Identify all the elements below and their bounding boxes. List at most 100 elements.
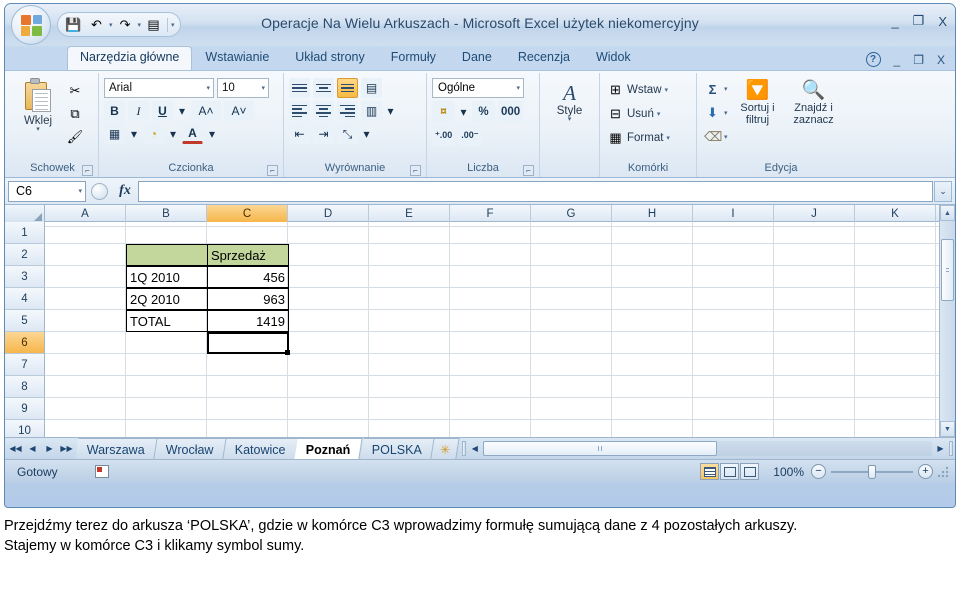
page-break-view-button[interactable] [740,463,759,480]
fill-caret-icon[interactable]: ▾ [724,109,728,117]
paste-dropdown-icon[interactable]: ▾ [36,126,40,133]
column-header-F[interactable]: F [450,205,531,222]
insert-caret-icon[interactable]: ▾ [665,86,669,94]
help-icon[interactable]: ? [865,52,881,67]
font-name-caret-icon[interactable]: ▾ [206,84,210,92]
font-color-caret-icon[interactable]: ▾ [206,124,218,144]
row-header-7[interactable]: 7 [5,354,45,376]
active-cell-selection-C6[interactable] [207,332,290,355]
zoom-in-button[interactable]: + [918,464,933,479]
close-workbook-button[interactable]: X [937,53,945,67]
accounting-format-button[interactable]: ¤ [432,101,455,122]
sheet-tab-wroclaw[interactable]: Wrocław [154,438,227,459]
number-format-combo[interactable]: Ogólne ▾ [432,78,524,98]
column-header-A[interactable]: A [45,205,126,222]
align-bottom-button[interactable] [337,78,358,98]
page-layout-view-button[interactable] [720,463,739,480]
horizontal-scroll-track[interactable] [483,441,932,456]
last-sheet-button[interactable]: ▶▶ [59,441,74,457]
clear-button[interactable]: ⌫ ▾ [702,126,730,148]
sheet-tab-poznan[interactable]: Poznań [294,438,364,459]
select-all-button[interactable] [5,205,45,222]
record-macro-button[interactable] [91,465,113,478]
grow-font-button[interactable]: A˄ [191,101,221,121]
format-painter-icon[interactable]: 🖌 [64,127,86,147]
font-name-combo[interactable]: Arial ▾ [104,78,214,98]
tab-formulas[interactable]: Formuły [378,47,449,70]
name-box[interactable]: C6 ▾ [8,180,86,202]
font-dialog-launcher[interactable]: ⌐ [267,165,278,176]
wrap-text-button[interactable]: ▤ [361,78,382,98]
maximize-button[interactable]: ❐ [913,13,925,29]
align-center-button[interactable] [313,101,334,121]
tab-page-layout[interactable]: Układ strony [282,47,377,70]
align-left-button[interactable] [289,101,310,121]
merge-caret-icon[interactable]: ▾ [385,101,396,121]
minimize-ribbon-button[interactable]: _ [894,53,901,67]
tab-view[interactable]: Widok [583,47,644,70]
decrease-indent-button[interactable]: ⇤ [289,124,310,144]
column-header-H[interactable]: H [612,205,693,222]
accounting-caret-icon[interactable]: ▾ [458,102,469,122]
cell-B4[interactable]: 2Q 2010 [126,288,208,310]
number-dialog-launcher[interactable]: ⌐ [523,165,534,176]
tab-review[interactable]: Recenzja [505,47,583,70]
horizontal-scroll-thumb[interactable] [483,441,717,456]
row-header-10[interactable]: 10 [5,420,45,437]
find-select-button[interactable]: 🔍 Znajdź i zaznacz [786,78,842,126]
underline-button[interactable]: U [152,101,173,121]
comma-style-button[interactable]: 000 [498,101,524,122]
tab-insert[interactable]: Wstawianie [192,47,282,70]
hscroll-right-button[interactable]: ▶ [933,441,948,456]
prev-sheet-button[interactable]: ◀ [25,441,40,457]
percent-style-button[interactable]: % [472,101,495,122]
zoom-slider-thumb[interactable] [868,464,876,479]
hscroll-left-button[interactable]: ◀ [467,441,482,456]
name-box-caret-icon[interactable]: ▾ [78,187,82,195]
paste-button[interactable]: Wklej ▾ [12,78,64,133]
column-header-E[interactable]: E [369,205,450,222]
decrease-decimal-button[interactable]: .00⁻ [458,125,482,146]
expand-formula-bar-icon[interactable]: ⌄ [934,180,952,202]
font-size-combo[interactable]: 10 ▾ [217,78,269,98]
align-top-button[interactable] [289,78,310,98]
row-header-9[interactable]: 9 [5,398,45,420]
sheet-tab-warszawa[interactable]: Warszawa [75,438,158,459]
styles-dropdown-icon[interactable]: ▾ [568,116,572,123]
fill-color-button[interactable]: ◔ [143,124,164,144]
tab-split-handle[interactable] [462,441,467,456]
merge-center-button[interactable]: ▥ [361,101,382,121]
row-header-4[interactable]: 4 [5,288,45,310]
tab-home[interactable]: Narzędzia główne [67,46,193,70]
autosum-button[interactable]: Σ ▾ [702,78,730,100]
row-header-8[interactable]: 8 [5,376,45,398]
borders-button[interactable]: ▦ [104,124,125,144]
align-middle-button[interactable] [313,78,334,98]
clipboard-dialog-launcher[interactable]: ⌐ [82,165,93,176]
insert-sheet-button[interactable]: ✳ [431,438,460,459]
sort-filter-button[interactable]: 🔽 Sortuj i filtruj [730,78,786,126]
alignment-dialog-launcher[interactable]: ⌐ [410,165,421,176]
resize-grip-icon[interactable] [937,464,949,479]
format-cells-button[interactable]: ▦ Format ▾ [605,126,672,149]
fill-color-caret-icon[interactable]: ▾ [167,124,179,144]
fill-button[interactable]: ⬇ ▾ [702,102,730,124]
cut-icon[interactable]: ✂ [64,81,86,101]
align-right-button[interactable] [337,101,358,121]
first-sheet-button[interactable]: ◀◀ [8,441,23,457]
normal-view-button[interactable] [700,463,719,480]
column-header-I[interactable]: I [693,205,774,222]
tab-data[interactable]: Dane [449,47,505,70]
cell-C2[interactable]: Sprzedaż [207,244,289,266]
font-size-caret-icon[interactable]: ▾ [261,84,265,92]
cell-B5[interactable]: TOTAL [126,310,208,332]
close-button[interactable]: X [938,14,947,29]
hscroll-resize-handle[interactable] [949,441,953,456]
zoom-level[interactable]: 100% [768,465,804,479]
next-sheet-button[interactable]: ▶ [42,441,57,457]
increase-decimal-button[interactable]: ⁺.00 [432,125,456,146]
cell-B2[interactable] [126,244,208,266]
font-color-button[interactable]: A [182,124,203,144]
row-header-6[interactable]: 6 [5,332,45,354]
column-header-K[interactable]: K [855,205,936,222]
